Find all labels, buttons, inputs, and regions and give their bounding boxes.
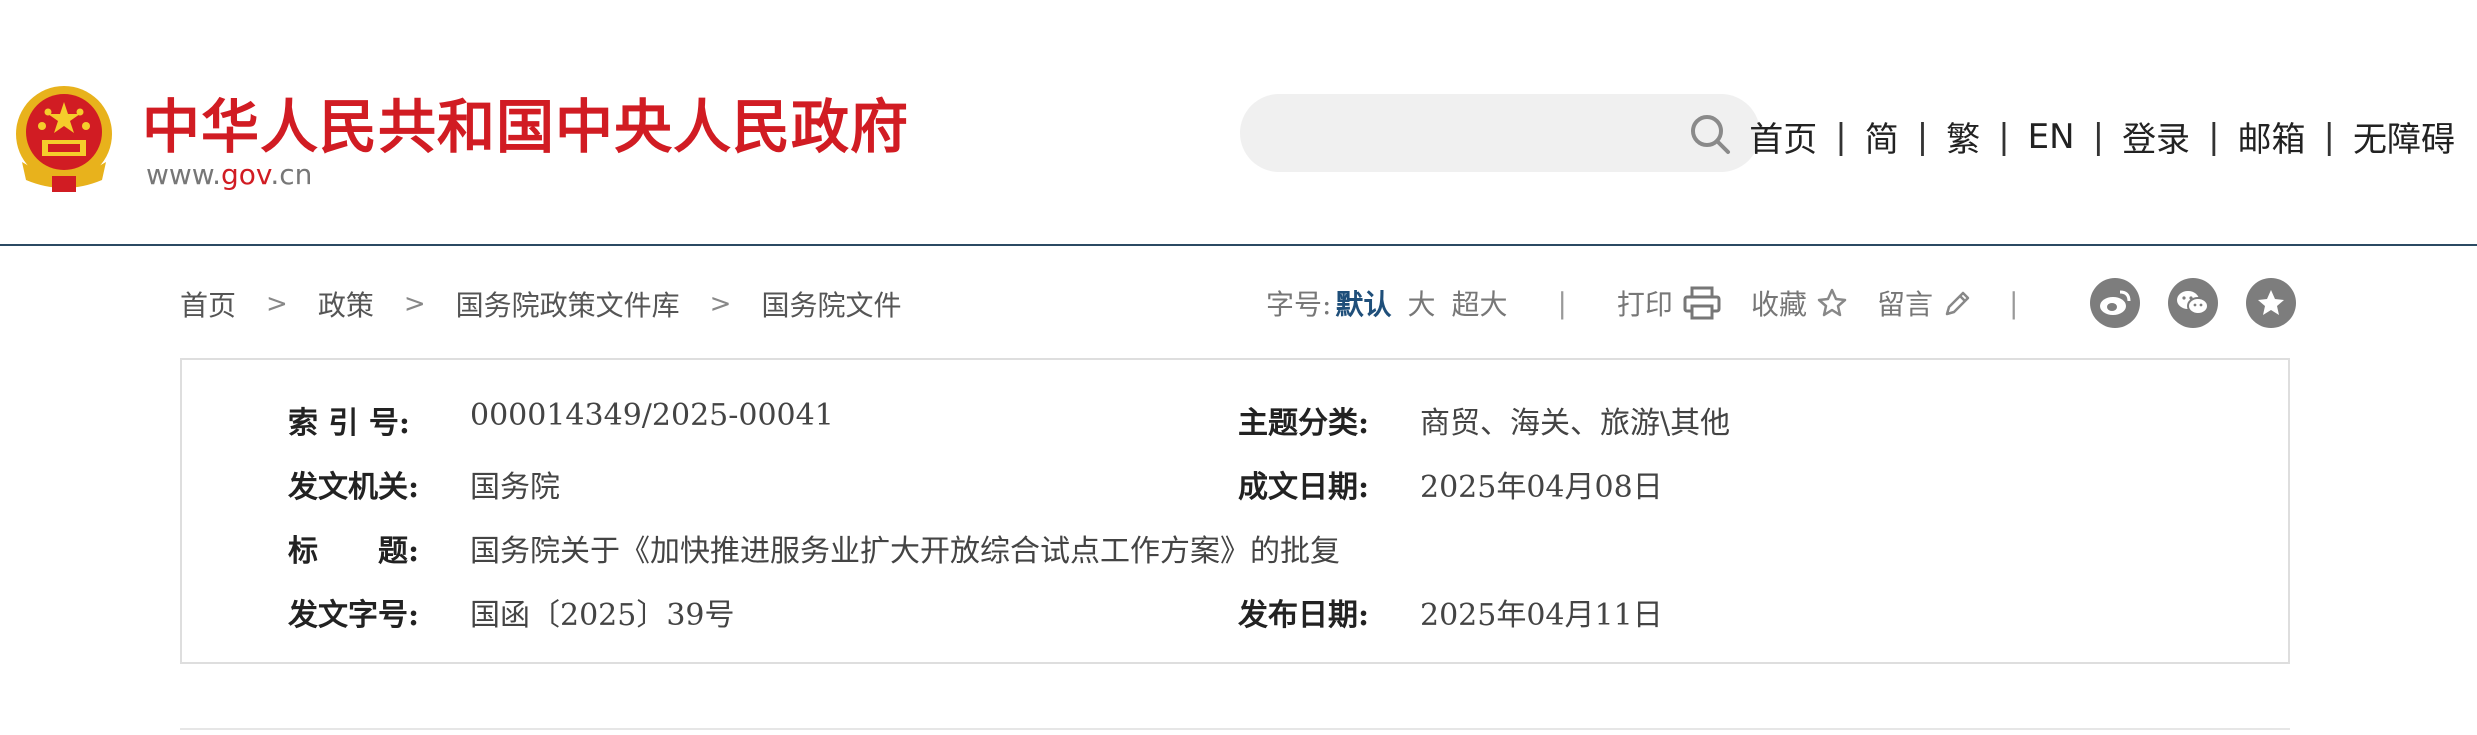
breadcrumb-state-council-docs[interactable]: 国务院文件 (761, 284, 901, 324)
nav-simplified-link[interactable]: 简 (1865, 112, 1899, 161)
national-emblem-icon (16, 86, 112, 192)
nav-separator: | (2323, 116, 2335, 157)
nav-login-link[interactable]: 登录 (2122, 112, 2190, 161)
pencil-icon (1945, 291, 1970, 316)
font-size-label: 字号: (1266, 288, 1332, 321)
issuer-value: 国务院 (470, 470, 560, 505)
nav-accessibility-link[interactable]: 无障碍 (2353, 112, 2455, 161)
breadcrumb-arrow: > (403, 289, 426, 319)
info-row-written-date: 成文日期: 2025年04月08日 (1238, 462, 1663, 506)
info-row-topic: 主题分类: 商贸、海关、旅游\其他 (1238, 398, 1730, 442)
document-info-box: 索 引 号: 000014349/2025-00041 主题分类: 商贸、海关、… (180, 358, 2290, 664)
nav-home-link[interactable]: 首页 (1749, 112, 1817, 161)
nav-separator: | (2092, 116, 2105, 157)
nav-separator: | (1998, 116, 2010, 157)
star-icon (1817, 288, 1847, 317)
tools-divider: | (1557, 286, 1567, 320)
title-value: 国务院关于《加快推进服务业扩大开放综合试点工作方案》的批复 (470, 534, 1340, 569)
font-size-xlarge-button[interactable]: 超大 (1451, 283, 1507, 323)
breadcrumb: 首页 > 政策 > 国务院政策文件库 > 国务院文件 (180, 284, 901, 324)
written-date-value: 2025年04月08日 (1420, 470, 1663, 505)
site-url-gov: gov (221, 158, 271, 191)
nav-traditional-link[interactable]: 繁 (1946, 112, 1980, 161)
content-divider (180, 728, 2290, 730)
topic-label: 主题分类: (1238, 406, 1370, 441)
font-size-large-button[interactable]: 大 (1407, 283, 1435, 323)
info-row-doc-number: 发文字号: 国函〔2025〕39号 (288, 590, 735, 634)
info-row-publish-date: 发布日期: 2025年04月11日 (1238, 590, 1663, 634)
nav-mail-link[interactable]: 邮箱 (2238, 112, 2306, 161)
font-size-default-button[interactable]: 默认 (1335, 283, 1391, 323)
comment-label: 留言 (1876, 288, 1933, 321)
written-date-label: 成文日期: (1238, 470, 1370, 505)
favorite-label: 收藏 (1750, 288, 1807, 321)
nav-separator: | (1916, 116, 1929, 157)
issuer-label: 发文机关: (288, 470, 420, 505)
print-button[interactable]: 打印 (1617, 283, 1721, 323)
breadcrumb-home[interactable]: 首页 (180, 284, 236, 324)
search-input[interactable] (1268, 94, 1668, 172)
share-icons (2090, 278, 2296, 328)
site-url-prefix: www. (146, 158, 222, 191)
site-url-suffix: .cn (270, 158, 313, 191)
print-label: 打印 (1616, 288, 1673, 321)
title-label: 标 题: (288, 534, 420, 569)
index-label: 索 引 号: (288, 406, 410, 441)
doc-number-label: 发文字号: (288, 598, 420, 633)
info-row-title: 标 题: 国务院关于《加快推进服务业扩大开放综合试点工作方案》的批复 (288, 526, 1340, 570)
breadcrumb-arrow: > (709, 289, 732, 319)
site-header: 中华人民共和国中央人民政府 www.gov.cn 首页 | 简 | 繁 | EN… (0, 0, 2477, 246)
nav-separator: | (2208, 116, 2220, 157)
site-title[interactable]: 中华人民共和国中央人民政府 (142, 80, 909, 164)
weibo-icon[interactable] (2090, 278, 2140, 328)
tools-divider: | (2008, 286, 2019, 320)
page-tools: 字号: 默认 大 超大 | 打印 收藏 留言 | (1266, 278, 2068, 328)
favorite-button[interactable]: 收藏 (1751, 283, 1847, 323)
printer-icon (1683, 286, 1721, 320)
breadcrumb-policy[interactable]: 政策 (318, 284, 374, 324)
doc-number-value: 国函〔2025〕39号 (470, 598, 735, 633)
topic-value: 商贸、海关、旅游\其他 (1420, 406, 1731, 441)
site-url[interactable]: www.gov.cn (146, 158, 312, 191)
comment-button[interactable]: 留言 (1877, 283, 1973, 323)
publish-date-value: 2025年04月11日 (1420, 598, 1663, 633)
nav-separator: | (1835, 116, 1847, 157)
search-icon[interactable] (1688, 112, 1732, 156)
breadcrumb-policy-library[interactable]: 国务院政策文件库 (456, 284, 680, 324)
info-row-issuer: 发文机关: 国务院 (288, 462, 560, 506)
search-box (1240, 94, 1760, 172)
star-share-icon[interactable] (2246, 278, 2296, 328)
index-value: 000014349/2025-00041 (470, 398, 834, 433)
info-row-index: 索 引 号: 000014349/2025-00041 (288, 398, 834, 442)
breadcrumb-arrow: > (266, 289, 288, 319)
wechat-icon[interactable] (2168, 278, 2218, 328)
top-nav: 首页 | 简 | 繁 | EN | 登录 | 邮箱 | 无障碍 (1749, 112, 2455, 161)
nav-english-link[interactable]: EN (2028, 117, 2075, 157)
publish-date-label: 发布日期: (1238, 598, 1370, 633)
